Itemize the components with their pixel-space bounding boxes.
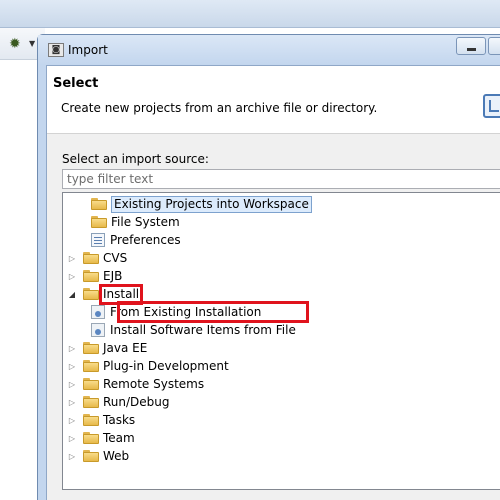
tree-item-team[interactable]: ▷ Team	[67, 429, 135, 447]
folder-icon	[91, 216, 107, 228]
tree-item-label: Plug-in Development	[103, 359, 229, 373]
expand-arrow-icon[interactable]: ▷	[67, 398, 77, 407]
tree-item-label: Run/Debug	[103, 395, 170, 409]
tree-item-run-debug[interactable]: ▷ Run/Debug	[67, 393, 170, 411]
folder-icon	[83, 270, 99, 282]
import-source-label: Select an import source:	[62, 152, 209, 166]
page-title: Select	[53, 76, 99, 91]
folder-icon	[83, 378, 99, 390]
folder-icon	[83, 342, 99, 354]
projects-folder-icon	[91, 198, 107, 210]
expand-arrow-icon[interactable]: ▷	[67, 272, 77, 281]
tree-item-preferences[interactable]: Preferences	[91, 231, 181, 249]
tree-item-java-ee[interactable]: ▷ Java EE	[67, 339, 147, 357]
tree-item-label: Web	[103, 449, 130, 463]
expand-arrow-icon[interactable]: ▷	[67, 434, 77, 443]
folder-icon	[83, 414, 99, 426]
tree-item-label: Tasks	[103, 413, 136, 427]
folder-icon	[83, 252, 99, 264]
import-wizard-icon	[483, 94, 500, 118]
tree-item-label: Install Software Items from File	[110, 323, 296, 337]
tree-item-label: CVS	[103, 251, 128, 265]
tree-item-remote-systems[interactable]: ▷ Remote Systems	[67, 375, 204, 393]
folder-icon	[83, 396, 99, 408]
expand-arrow-icon[interactable]: ▷	[67, 452, 77, 461]
tree-item-plugin-development[interactable]: ▷ Plug-in Development	[67, 357, 229, 375]
expand-arrow-icon[interactable]: ▷	[67, 254, 77, 263]
expand-arrow-icon[interactable]: ▷	[67, 416, 77, 425]
import-dialog: ◙ Import Select Create new projects from…	[37, 34, 500, 500]
tree-item-web[interactable]: ▷ Web	[67, 447, 129, 465]
expand-arrow-icon[interactable]: ▷	[67, 362, 77, 371]
tree-item-install-software-items[interactable]: Install Software Items from File	[91, 321, 296, 339]
wizard-header: Select Create new projects from an archi…	[47, 66, 500, 134]
tree-item-label: Java EE	[103, 341, 148, 355]
tree-item-label: File System	[111, 215, 180, 229]
tree-item-label: Remote Systems	[103, 377, 205, 391]
chevron-down-icon[interactable]: ▼	[29, 39, 35, 48]
folder-icon	[83, 450, 99, 462]
dialog-title-bar[interactable]: ◙ Import	[38, 35, 500, 65]
window-icon: ◙	[48, 43, 64, 57]
folder-icon	[83, 288, 99, 300]
tree-item-label: Existing Projects into Workspace	[111, 195, 312, 213]
expand-arrow-icon[interactable]: ▷	[67, 380, 77, 389]
page-description: Create new projects from an archive file…	[61, 101, 378, 115]
debug-icon[interactable]: ✹	[9, 36, 21, 52]
tree-item-file-system[interactable]: File System	[91, 213, 180, 231]
maximize-button[interactable]	[488, 37, 500, 55]
preferences-icon	[91, 233, 105, 247]
tree-item-label: Preferences	[110, 233, 181, 247]
install-icon	[91, 305, 105, 319]
tree-item-existing-projects[interactable]: Existing Projects into Workspace	[91, 195, 312, 213]
tree-item-cvs[interactable]: ▷ CVS	[67, 249, 127, 267]
collapse-arrow-icon[interactable]: ◢	[67, 290, 77, 299]
import-source-tree[interactable]: Existing Projects into Workspace File Sy…	[62, 192, 500, 490]
install-icon	[91, 323, 105, 337]
expand-arrow-icon[interactable]: ▷	[67, 344, 77, 353]
dialog-title: Import	[68, 43, 108, 57]
minimize-button[interactable]	[456, 37, 486, 55]
tree-item-label: Team	[103, 431, 135, 445]
folder-icon	[83, 360, 99, 372]
dialog-content: Select Create new projects from an archi…	[46, 65, 500, 500]
filter-input[interactable]	[62, 169, 500, 189]
folder-icon	[83, 432, 99, 444]
tree-item-label: EJB	[103, 269, 123, 283]
tree-item-ejb[interactable]: ▷ EJB	[67, 267, 122, 285]
from-existing-installation-highlight-box	[117, 301, 309, 323]
ide-title-bar	[0, 0, 500, 28]
tree-item-tasks[interactable]: ▷ Tasks	[67, 411, 135, 429]
